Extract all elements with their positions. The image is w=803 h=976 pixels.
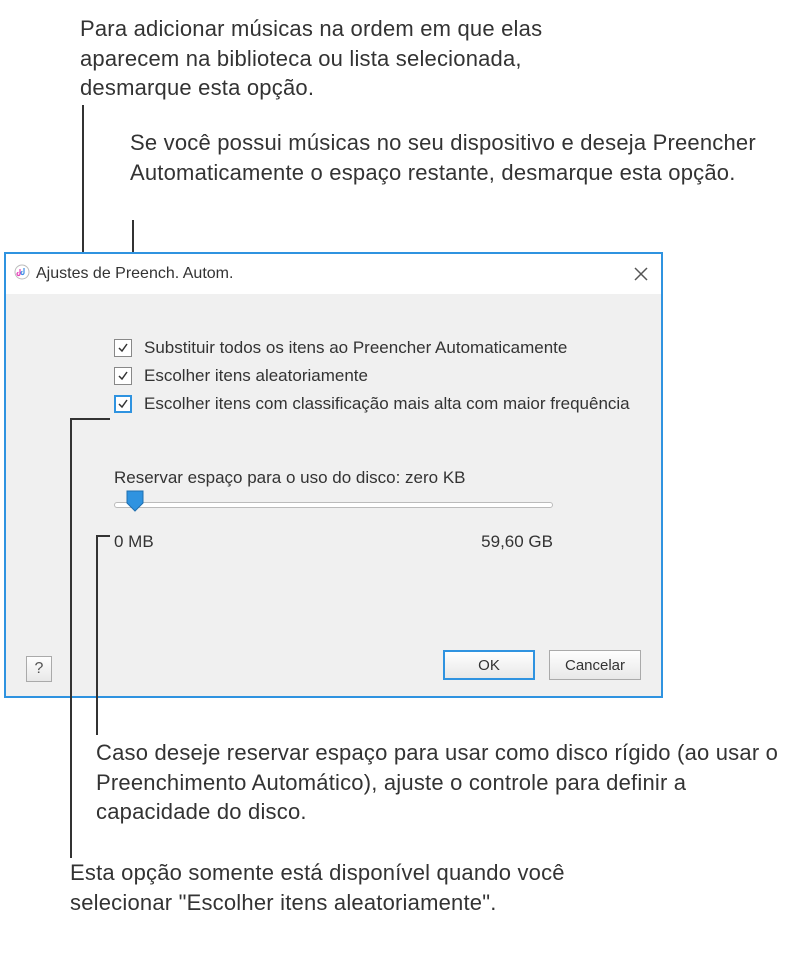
close-button[interactable]: [627, 260, 655, 288]
check-row-replace: Substituir todos os itens ao Preencher A…: [6, 334, 661, 362]
leader-line: [70, 418, 110, 420]
checkbox-replace-all[interactable]: [114, 339, 132, 357]
dialog-title: Ajustes de Preench. Autom.: [36, 265, 233, 283]
slider-min-label: 0 MB: [114, 532, 154, 552]
check-row-random: Escolher itens aleatoriamente: [6, 362, 661, 390]
cancel-button[interactable]: Cancelar: [549, 650, 641, 680]
leader-line: [96, 535, 98, 735]
callout-random-order: Para adicionar músicas na ordem em que e…: [80, 14, 600, 103]
check-row-higher-rating: Escolher itens com classificação mais al…: [6, 390, 661, 418]
slider-thumb[interactable]: [126, 490, 144, 512]
leader-line: [70, 418, 72, 858]
app-icon: [14, 263, 30, 286]
leader-line: [96, 535, 110, 537]
checkbox-higher-rating-label: Escolher itens com classificação mais al…: [144, 394, 630, 414]
callout-reserve-space: Caso deseje reservar espaço para usar co…: [96, 738, 796, 827]
reserve-space-slider[interactable]: [114, 502, 553, 508]
ok-button[interactable]: OK: [443, 650, 535, 680]
slider-max-label: 59,60 GB: [481, 532, 553, 552]
checkbox-random[interactable]: [114, 367, 132, 385]
checkbox-replace-label: Substituir todos os itens ao Preencher A…: [144, 338, 567, 358]
autofill-settings-dialog: Ajustes de Preench. Autom. Substituir to…: [4, 252, 663, 698]
dialog-content: Substituir todos os itens ao Preencher A…: [6, 294, 661, 552]
callout-replace-items: Se você possui músicas no seu dispositiv…: [130, 128, 790, 187]
checkbox-higher-rating[interactable]: [114, 395, 132, 413]
checkbox-random-label: Escolher itens aleatoriamente: [144, 366, 368, 386]
titlebar: Ajustes de Preench. Autom.: [6, 254, 661, 294]
callout-higher-rating: Esta opção somente está disponível quand…: [70, 858, 590, 917]
reserve-space-label: Reservar espaço para o uso do disco: zer…: [6, 418, 661, 502]
slider-track: [114, 502, 553, 508]
